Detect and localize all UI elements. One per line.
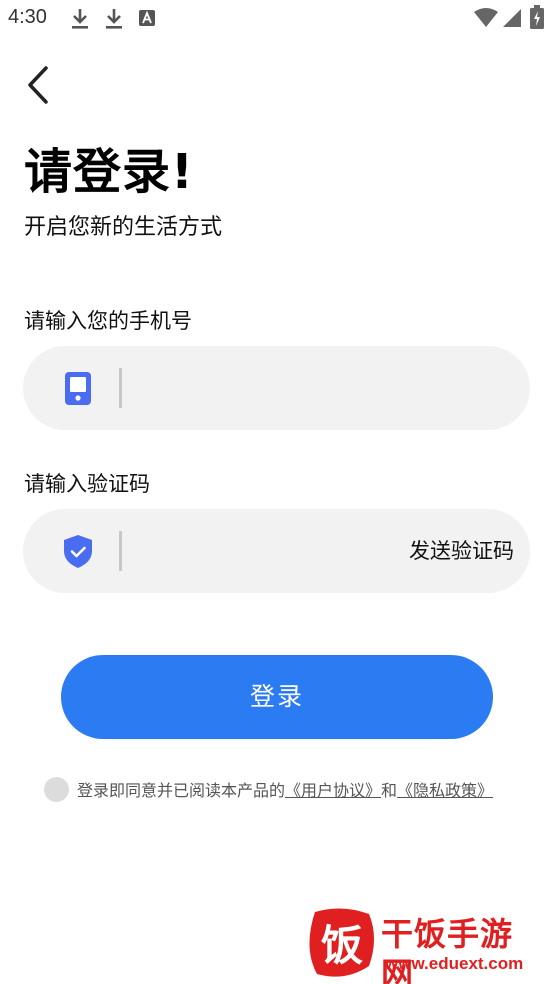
battery-charging-icon: [530, 5, 544, 29]
phone-field-label: 请输入您的手机号: [24, 309, 192, 333]
status-time: 4:30: [8, 6, 47, 28]
code-input-container[interactable]: 发送验证码: [23, 509, 530, 593]
send-code-button[interactable]: 发送验证码: [409, 537, 514, 565]
phone-input[interactable]: [133, 366, 513, 410]
download-icon: [106, 9, 122, 29]
back-button[interactable]: [20, 62, 60, 108]
watermark-logo: 饭: [309, 908, 374, 977]
status-bar: 4:30: [0, 0, 554, 38]
input-divider: [119, 368, 122, 408]
signal-icon: [503, 9, 521, 27]
site-watermark: 饭 干饭手游网 www.eduext.com: [305, 908, 545, 984]
code-field-label: 请输入验证码: [24, 472, 150, 496]
verification-code-input[interactable]: [133, 529, 393, 573]
page-title: 请登录!: [24, 144, 194, 200]
agreement-text: 登录即同意并已阅读本产品的: [77, 781, 286, 800]
chevron-left-icon: [28, 66, 48, 104]
wifi-icon: [474, 8, 498, 27]
watermark-url: www.eduext.com: [385, 954, 524, 973]
agree-checkbox[interactable]: [44, 776, 69, 802]
user-agreement-link[interactable]: 《用户协议》: [285, 777, 381, 801]
agreement-row: 登录即同意并已阅读本产品的 《用户协议》 和 《隐私政策》: [44, 776, 493, 802]
privacy-policy-link[interactable]: 《隐私政策》: [397, 777, 493, 801]
download-icon: [72, 9, 88, 29]
shield-check-icon: [64, 535, 92, 568]
svg-text:饭: 饭: [321, 921, 363, 970]
agreement-and-text: 和: [381, 781, 398, 800]
keyboard-a-icon: [139, 10, 155, 26]
page-subtitle: 开启您新的生活方式: [24, 215, 223, 240]
phone-icon: [65, 372, 91, 405]
phone-input-container[interactable]: [23, 346, 530, 430]
login-button[interactable]: 登录: [61, 655, 493, 739]
input-divider: [119, 531, 122, 571]
